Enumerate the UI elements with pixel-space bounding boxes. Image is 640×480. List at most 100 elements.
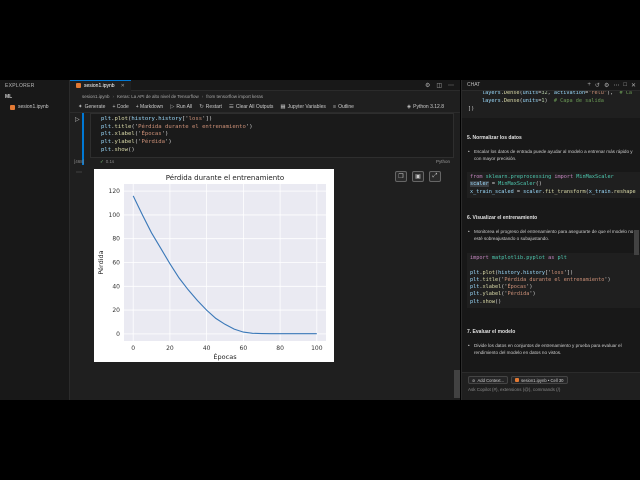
cell-language[interactable]: Python [436, 159, 450, 164]
run-cell-icon[interactable]: ▷ [75, 116, 80, 123]
restart-button[interactable]: ↻ Restart [199, 104, 222, 110]
explorer-header: EXPLORER [5, 83, 35, 89]
chat-header: CHAT + ↺ ⚙ ⋯ □ ✕ [462, 80, 640, 91]
add-markdown-button[interactable]: + Markdown [136, 104, 163, 110]
history-icon[interactable]: ↺ [595, 82, 600, 89]
split-editor-icon[interactable]: ◫ [436, 82, 442, 89]
execution-status: ✓ 0.1s [100, 159, 114, 165]
context-file-label: sesion1.ipynb • Cell 30 [521, 377, 564, 383]
kernel-label: Python 3.12.8 [413, 103, 444, 110]
close-icon[interactable]: ✕ [121, 83, 125, 89]
clear-outputs-button[interactable]: ☰ Clear All Outputs [229, 104, 273, 110]
section-bullet: Divide los datos en conjuntos de entrena… [468, 342, 636, 356]
tab-label: sesion1.ipynb [84, 82, 115, 89]
new-chat-icon[interactable]: + [587, 82, 591, 89]
y-tick-label: 120 [109, 188, 121, 195]
section-title: 6. Visualizar el entrenamiento [467, 215, 538, 221]
output-more-icon[interactable]: ⋯ [76, 169, 82, 176]
code-line: plt.xlabel('Épocas') [101, 131, 169, 138]
chat-panel: layers.Dense(units=32, activation="relu"… [461, 80, 640, 400]
add-code-button[interactable]: + Code [112, 104, 128, 110]
x-tick-label: 80 [276, 345, 284, 352]
code-line: scaler = MinMaxScaler() [470, 181, 542, 188]
folder-ml[interactable]: ML [0, 92, 69, 102]
file-item-sesion1[interactable]: sesion1.ipynb [0, 102, 69, 112]
context-file-chip[interactable]: sesion1.ipynb • Cell 30 [511, 376, 568, 384]
y-tick-label: 20 [112, 307, 120, 314]
y-tick-label: 100 [109, 212, 121, 219]
cell-code-editor[interactable]: plt.plot(history.history['loss']) plt.tit… [90, 113, 454, 158]
more-icon[interactable]: ⋯ [448, 82, 454, 89]
breadcrumb: sesion1.ipynb › Keras: La API de alto ni… [70, 91, 460, 101]
generate-button[interactable]: ✦ Generate [78, 104, 105, 110]
save-icon[interactable]: ▣ [412, 171, 424, 182]
section-title: 5. Normalizar los datos [467, 135, 522, 141]
close-icon[interactable]: ✕ [631, 82, 636, 89]
notebook-toolbar: ✦ Generate + Code + Markdown ▷ Run All ↻ Re… [70, 101, 460, 113]
add-context-label: Add Context... [477, 377, 505, 383]
variables-icon: ▦ [280, 103, 286, 110]
letterbox-bottom [0, 400, 640, 480]
chat-input-area: ⊘ Add Context... sesion1.ipynb • Cell 30 … [462, 372, 640, 400]
chat-actions: + ↺ ⚙ ⋯ □ ✕ [587, 82, 640, 89]
outline-label: Outline [338, 103, 354, 110]
code-line: plt.show() [470, 298, 502, 305]
tab-bar: sesion1.ipynb ✕ ⚙ ◫ ⋯ [70, 79, 460, 91]
code-line: layers.Dense(units=1) # Capa de salida [482, 98, 604, 104]
variables-label: Jupyter Variables [287, 103, 326, 110]
more-icon[interactable]: ⋯ [613, 82, 619, 89]
chat-code-block: from sklearn.preprocessing import MinMax… [467, 172, 640, 198]
y-axis-label: Pérdida [97, 250, 105, 274]
section-bullet: Monitorea el progreso del entrenamiento … [468, 228, 636, 242]
variables-button[interactable]: ▦ Jupyter Variables [280, 104, 325, 110]
code-line: ]) [468, 106, 475, 112]
y-tick-label: 60 [112, 260, 120, 267]
settings-icon[interactable]: ⚙ [604, 82, 609, 89]
settings-icon[interactable]: ⚙ [425, 82, 430, 89]
y-tick-label: 0 [116, 331, 120, 338]
chart-output: 0 20 40 60 80 100 0 20 40 60 80 100 120 Pérdida duran… [94, 169, 334, 362]
notebook-file-icon [515, 378, 520, 382]
cell-focus-bar [82, 113, 84, 165]
chevron-right-icon: › [201, 93, 204, 99]
x-tick-label: 60 [240, 345, 248, 352]
breadcrumb-item[interactable]: Keras: La API de alto nivel de Tensorflo… [117, 94, 199, 99]
notebook-file-icon [76, 83, 81, 88]
file-name: sesion1.ipynb [18, 104, 49, 110]
code-line: plt.show() [101, 146, 135, 153]
vscode-window: EXPLORER ML sesion1.ipynb sesion1.ipynb … [0, 0, 640, 400]
x-tick-label: 100 [311, 345, 323, 352]
chevron-right-icon: › [112, 93, 115, 99]
python-icon: ◈ [406, 103, 412, 110]
breadcrumb-item[interactable]: from tensorflow import keras [206, 94, 263, 99]
y-tick-label: 80 [112, 236, 120, 243]
chat-scrollbar[interactable] [634, 230, 639, 255]
run-all-label: Run All [176, 103, 193, 110]
breadcrumb-item[interactable]: sesion1.ipynb [82, 94, 110, 99]
code-line: x_train_scaled = scaler.fit_transform(x_… [470, 188, 636, 195]
x-axis-label: Épocas [213, 352, 237, 361]
code-line: plt.plot(history.history['loss']) [101, 116, 213, 122]
expand-icon[interactable]: ⤢ [429, 171, 441, 182]
run-all-button[interactable]: ▷ Run All [170, 104, 192, 110]
chart-title: Pérdida durante el entrenamiento [166, 174, 284, 182]
code-line: plt.ylabel('Pérdida') [470, 291, 536, 298]
outline-icon: ≡ [332, 103, 337, 110]
clear-outputs-label: Clear All Outputs [235, 103, 274, 110]
execution-count: [468] [74, 159, 85, 164]
maximize-icon[interactable]: □ [623, 82, 627, 89]
chat-input[interactable]: Ask Copilot (#), extensions (@), command… [468, 387, 560, 392]
editor-scrollbar[interactable] [454, 370, 460, 398]
x-tick-label: 40 [203, 345, 211, 352]
copy-icon[interactable]: ❐ [395, 171, 407, 182]
output-actions: ❐ ▣ ⤢ [395, 171, 441, 182]
section-bullet: Escalar los datos de entrada puede ayuda… [468, 148, 636, 162]
add-context-button[interactable]: ⊘ Add Context... [468, 376, 509, 384]
restart-label: Restart [205, 103, 222, 110]
tab-sesion1[interactable]: sesion1.ipynb ✕ [70, 79, 131, 91]
outline-button[interactable]: ≡ Outline [333, 104, 354, 110]
x-tick-label: 0 [131, 345, 135, 352]
kernel-picker[interactable]: ◈ Python 3.12.8 [407, 104, 460, 110]
code-line: from sklearn.preprocessing import MinMax… [470, 174, 614, 180]
